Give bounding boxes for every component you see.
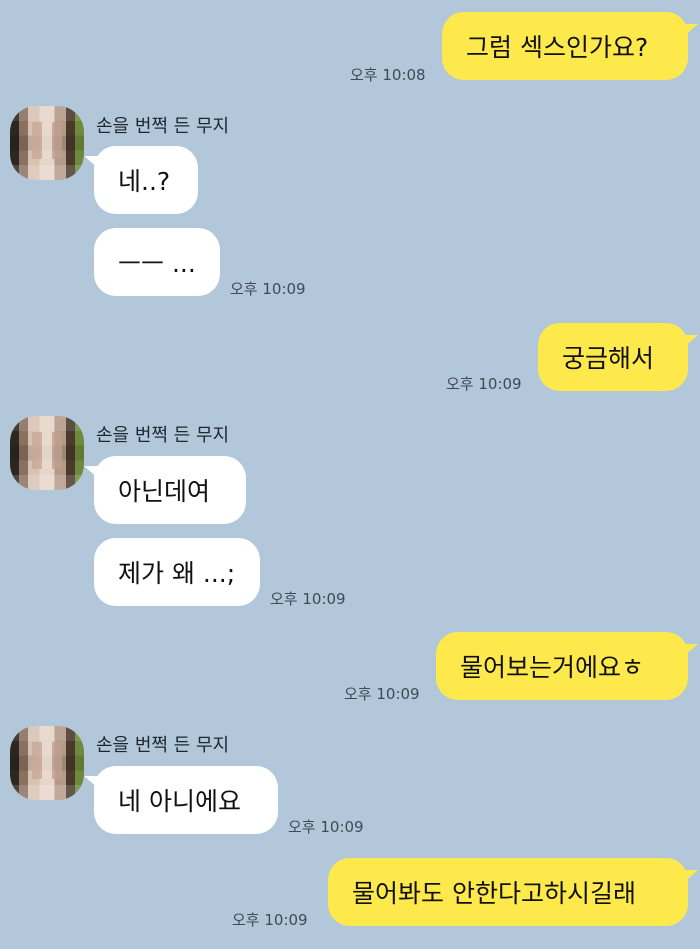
avatar[interactable] [10, 106, 84, 180]
message-text: ㅡㅡ ... [118, 249, 196, 278]
bubble-tail [84, 466, 98, 478]
message-timestamp: 오후 10:08 [350, 66, 426, 84]
message-timestamp: 오후 10:09 [446, 375, 522, 393]
avatar[interactable] [10, 726, 84, 800]
chat-area[interactable]: 그럼 섹스인가요? 오후 10:08 손을 번쩍 든 무지 네..? ㅡㅡ ..… [0, 0, 700, 949]
message-text: 네 아니에요 [118, 787, 241, 816]
message-text: 궁금해서 [562, 344, 655, 373]
message-timestamp: 오후 10:09 [270, 590, 346, 608]
incoming-message-bubble[interactable]: 네..? [94, 146, 198, 214]
bubble-tail [684, 870, 698, 882]
avatar[interactable] [10, 416, 84, 490]
message-timestamp: 오후 10:09 [230, 280, 306, 298]
incoming-message-bubble[interactable]: ㅡㅡ ... [94, 228, 220, 296]
message-timestamp: 오후 10:09 [232, 911, 308, 929]
message-text: 물어봐도 안한다고하시길래 [352, 879, 636, 908]
sender-name: 손을 번쩍 든 무지 [96, 735, 230, 756]
outgoing-message-bubble[interactable]: 그럼 섹스인가요? [442, 12, 688, 80]
outgoing-message-bubble[interactable]: 물어봐도 안한다고하시길래 [328, 858, 688, 926]
sender-name: 손을 번쩍 든 무지 [96, 425, 230, 446]
bubble-tail [684, 335, 698, 347]
message-text: 그럼 섹스인가요? [466, 33, 649, 62]
incoming-message-bubble[interactable]: 아닌데여 [94, 456, 246, 524]
bubble-tail [684, 24, 698, 36]
message-text: 제가 왜 ...; [118, 559, 236, 588]
message-text: 아닌데여 [118, 477, 211, 506]
bubble-tail [84, 156, 98, 168]
message-text: 물어보는거에요ㅎ [460, 653, 645, 682]
incoming-message-bubble[interactable]: 제가 왜 ...; [94, 538, 260, 606]
outgoing-message-bubble[interactable]: 궁금해서 [538, 323, 688, 391]
sender-name: 손을 번쩍 든 무지 [96, 116, 230, 137]
incoming-message-bubble[interactable]: 네 아니에요 [94, 766, 278, 834]
outgoing-message-bubble[interactable]: 물어보는거에요ㅎ [436, 632, 688, 700]
bubble-tail [84, 776, 98, 788]
bubble-tail [684, 644, 698, 656]
message-text: 네..? [118, 167, 171, 196]
message-timestamp: 오후 10:09 [288, 818, 364, 836]
message-timestamp: 오후 10:09 [344, 685, 420, 703]
